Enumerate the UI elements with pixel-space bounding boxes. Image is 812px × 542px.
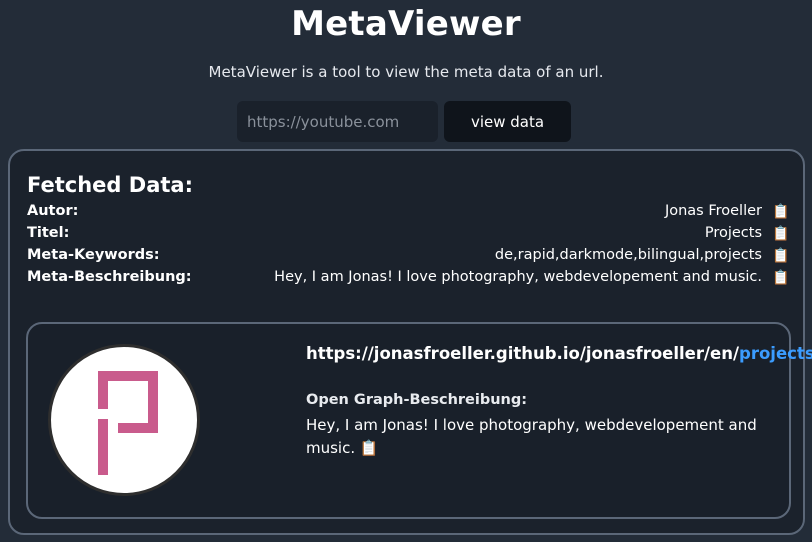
meta-label: Autor: [27,203,79,219]
og-description: Hey, I am Jonas! I love photography, web… [306,414,766,460]
clipboard-icon[interactable]: 📋 [360,439,379,457]
meta-label: Meta-Keywords: [27,247,160,263]
clipboard-icon[interactable]: 📋 [772,270,790,286]
fetched-data-heading: Fetched Data: [27,173,193,197]
page-title: MetaViewer [291,4,521,44]
meta-value: Jonas Froeller [664,203,762,219]
url-input[interactable] [237,101,438,142]
page-subtitle: MetaViewer is a tool to view the meta da… [208,63,604,81]
clipboard-icon[interactable]: 📋 [772,204,790,220]
clipboard-icon[interactable]: 📋 [772,226,790,242]
meta-row-titel: Titel: Projects 📋 [27,225,790,247]
meta-label: Titel: [27,225,70,241]
fetched-data-panel: Fetched Data: Autor: Jonas Froeller 📋 Ti… [8,149,812,535]
view-data-button[interactable]: view data [444,101,571,142]
meta-value: Projects [704,225,762,241]
meta-label: Meta-Beschreibung: [27,269,192,285]
og-url-highlight: projects [739,344,812,363]
meta-row-keywords: Meta-Keywords: de,rapid,darkmode,bilingu… [27,247,790,269]
site-logo-icon [48,344,200,496]
meta-value: de,rapid,darkmode,bilingual,projects [494,247,762,263]
meta-value: Hey, I am Jonas! I love photography, web… [274,269,762,285]
open-graph-card: https://jonasfroeller.github.io/jonasfro… [26,322,812,519]
clipboard-icon[interactable]: 📋 [772,248,790,264]
og-url-base: https://jonasfroeller.github.io/jonasfro… [306,344,740,363]
meta-row-beschreibung: Meta-Beschreibung: Hey, I am Jonas! I lo… [27,269,790,291]
meta-row-autor: Autor: Jonas Froeller 📋 [27,203,790,225]
og-description-label: Open Graph-Beschreibung: [306,392,528,408]
og-url[interactable]: https://jonasfroeller.github.io/jonasfro… [306,344,812,363]
